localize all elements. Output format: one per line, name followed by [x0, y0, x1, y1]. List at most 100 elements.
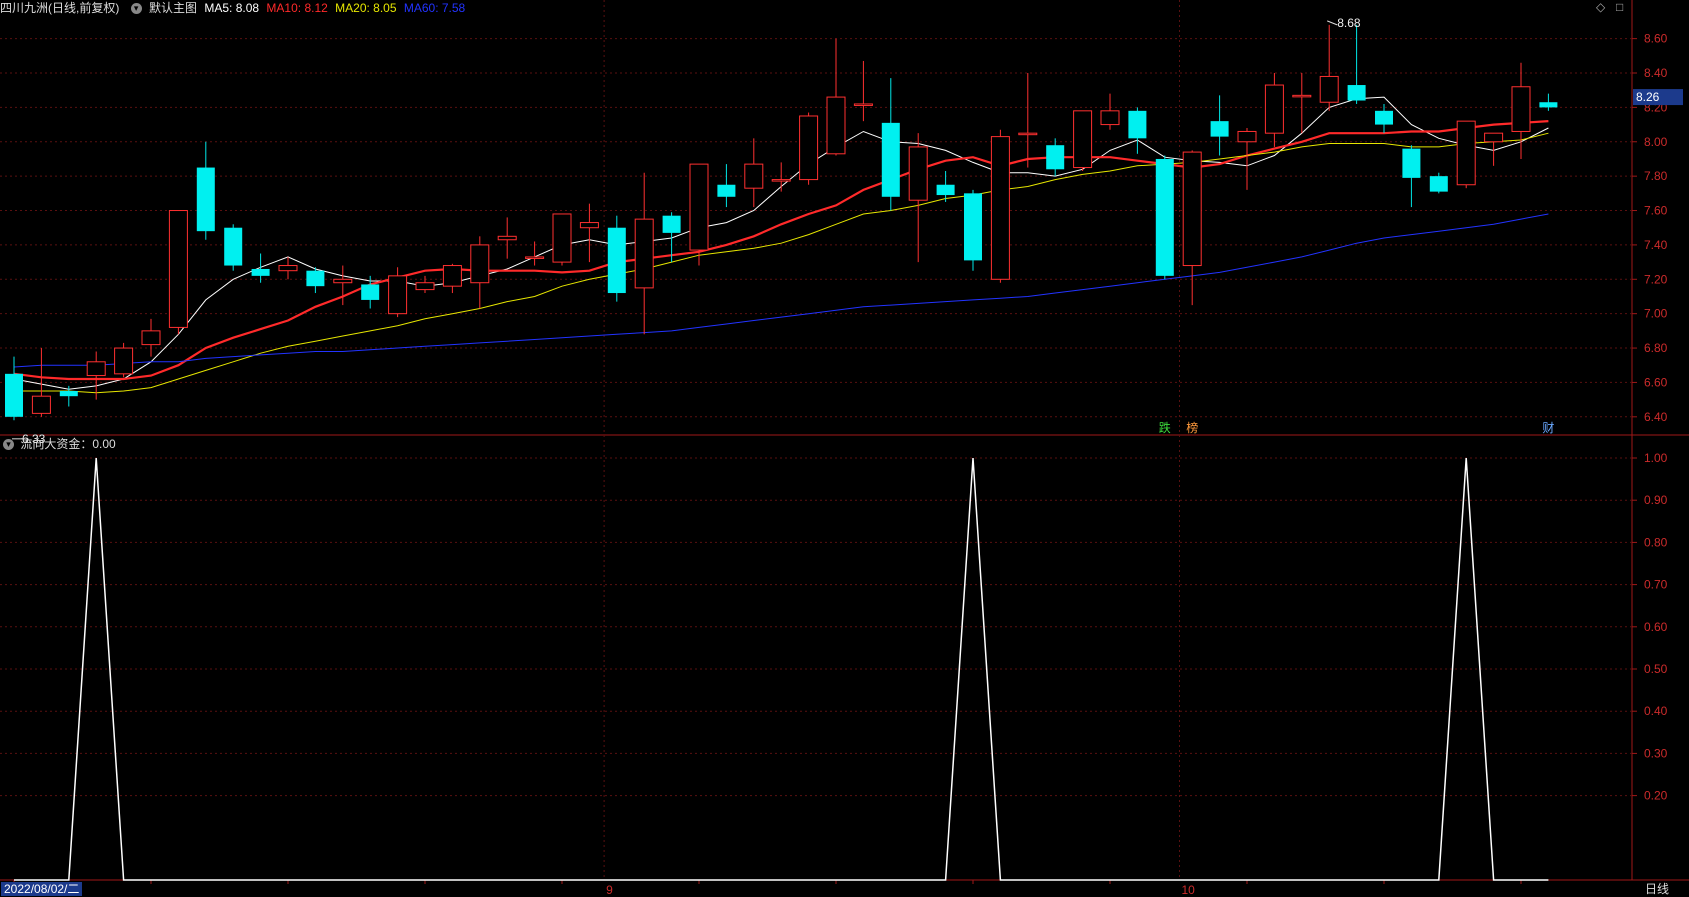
candle — [552, 213, 572, 266]
sub-y-tick-label: 0.80 — [1644, 535, 1668, 549]
chevron-down-icon[interactable]: ▾ — [3, 439, 14, 451]
candle-body — [1511, 86, 1531, 132]
candle-body — [251, 268, 270, 276]
candle-body — [1210, 121, 1229, 137]
candle-body — [1046, 145, 1065, 170]
event-marker: 跌 — [1159, 420, 1171, 435]
candle-body — [86, 361, 106, 377]
candle-body — [388, 275, 408, 315]
candle-body — [31, 395, 51, 414]
sub-y-tick-label: 0.70 — [1644, 578, 1668, 592]
candle-body — [1155, 158, 1174, 276]
ma20-label: MA20: 8.05 — [335, 1, 397, 15]
main-y-tick-label: 8.60 — [1644, 32, 1668, 46]
candle-body — [1264, 84, 1284, 134]
candle-body — [990, 136, 1010, 280]
sub-indicator-label[interactable]: 流向大资金：0.00 — [20, 437, 115, 451]
candle-body — [634, 218, 654, 289]
candle-body — [607, 227, 626, 294]
main-y-tick-label: 7.00 — [1644, 307, 1668, 321]
sub-chart-header: ▾ 流向大资金：0.00 — [0, 436, 116, 452]
date-cursor-label: 2022/08/02/二 — [1, 882, 83, 896]
candle — [168, 210, 188, 335]
candle-body — [826, 96, 846, 155]
candle-body — [415, 282, 435, 291]
candle-body — [1237, 130, 1257, 143]
annotation-label: 8.68 — [1337, 16, 1361, 30]
x-tick-label: 10 — [1182, 883, 1196, 897]
sub-y-tick-label: 0.90 — [1644, 493, 1668, 507]
candle-body — [1484, 132, 1504, 143]
main-y-tick-label: 7.80 — [1644, 169, 1668, 183]
candle-body — [717, 184, 736, 197]
sub-y-tick-label: 0.20 — [1644, 789, 1668, 803]
candle-body — [1018, 132, 1038, 136]
candle — [799, 112, 819, 185]
sub-y-tick-label: 1.00 — [1644, 451, 1668, 465]
candle-body — [744, 163, 764, 189]
sub-y-tick-label: 0.50 — [1644, 662, 1668, 676]
candle-body — [306, 270, 325, 287]
candle-body — [196, 167, 215, 232]
candle-body — [470, 244, 490, 284]
sub-y-tick-label: 0.60 — [1644, 620, 1668, 634]
main-y-tick-label: 8.00 — [1644, 135, 1668, 149]
candle-body — [278, 265, 298, 272]
main-y-tick-label: 7.20 — [1644, 272, 1668, 286]
candle — [1155, 155, 1174, 280]
stock-chart-canvas[interactable]: 8.608.408.208.007.807.607.407.207.006.80… — [0, 0, 1689, 897]
period-label[interactable]: 日线 — [1645, 882, 1669, 896]
candle-body — [1429, 176, 1448, 192]
candle-body — [1539, 102, 1558, 108]
candle-body — [224, 227, 243, 266]
candle-body — [799, 115, 819, 181]
candle — [114, 342, 134, 378]
candle-body — [689, 163, 709, 251]
main-y-tick-label: 7.40 — [1644, 238, 1668, 252]
candle-body — [525, 256, 545, 259]
stock-title[interactable]: 四川九洲(日线,前复权) — [0, 1, 119, 15]
candle-body — [1292, 94, 1312, 98]
candle-body — [168, 210, 188, 328]
candle-body — [141, 330, 161, 346]
candle-body — [964, 193, 982, 261]
main-y-tick-label: 6.40 — [1644, 410, 1668, 424]
candle-body — [579, 222, 599, 229]
square-icon[interactable]: □ — [1616, 0, 1623, 14]
main-y-tick-label: 8.40 — [1644, 66, 1668, 80]
main-y-tick-label: 6.60 — [1644, 375, 1668, 389]
candle-body — [333, 278, 353, 284]
diamond-icon[interactable]: ◇ — [1596, 0, 1605, 14]
ma60-label: MA60: 7.58 — [403, 1, 466, 15]
ma10-label: MA10: 8.12 — [266, 1, 328, 15]
candle-body — [114, 347, 134, 375]
candle-body — [59, 391, 78, 397]
event-marker: 财 — [1542, 421, 1554, 435]
candle-body — [662, 215, 681, 233]
candle-body — [497, 235, 517, 241]
candle — [964, 189, 982, 271]
candle-body — [1128, 110, 1147, 139]
candle — [1456, 120, 1476, 189]
candle-body — [5, 373, 23, 417]
chevron-down-icon[interactable]: ▾ — [130, 3, 142, 15]
candle-body — [1100, 110, 1120, 126]
sub-y-tick-label: 0.40 — [1644, 704, 1668, 718]
candle-body — [881, 122, 900, 197]
x-tick-label: 9 — [606, 883, 613, 897]
candle-body — [1347, 85, 1366, 101]
candle — [1073, 110, 1093, 171]
candle — [224, 224, 243, 271]
candle-body — [1319, 75, 1339, 103]
candle-body — [1375, 110, 1393, 125]
main-y-tick-label: 7.60 — [1644, 204, 1668, 218]
sub-y-tick-label: 0.30 — [1644, 746, 1668, 760]
candle-body — [552, 213, 572, 263]
ma5-label: MA5: 8.08 — [204, 1, 260, 15]
candle-body — [1456, 120, 1476, 186]
candle — [607, 215, 626, 302]
candle — [689, 163, 709, 266]
event-marker: 榜 — [1186, 420, 1198, 435]
main-indicator-label[interactable]: 默认主图 — [149, 1, 197, 15]
main-chart-header: 四川九洲(日线,前复权) ▾ 默认主图 MA5: 8.08 MA10: 8.12… — [0, 0, 469, 16]
